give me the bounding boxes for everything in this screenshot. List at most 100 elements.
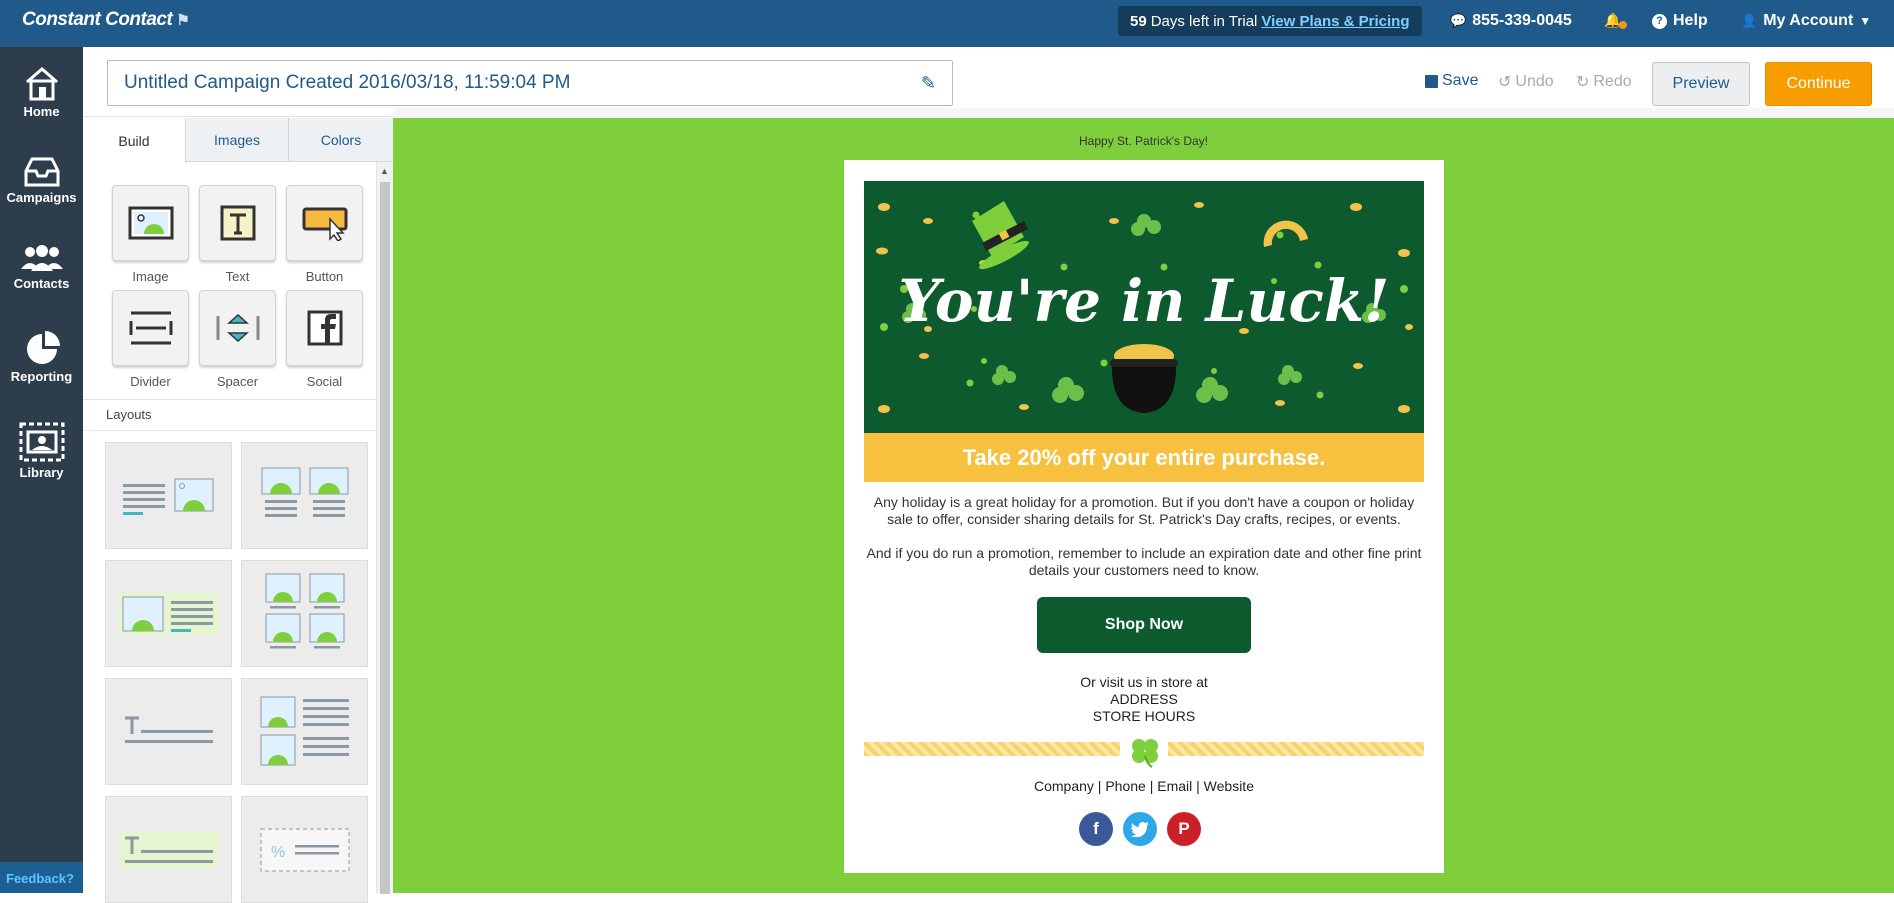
shop-now-button[interactable]: Shop Now (1037, 597, 1251, 653)
feedback-link[interactable]: Feedback? (0, 862, 83, 893)
continue-button[interactable]: Continue (1765, 62, 1872, 106)
twitter-icon[interactable] (1123, 812, 1157, 846)
save-button[interactable]: Save (1425, 72, 1478, 90)
nav-contacts-label: Contacts (13, 276, 70, 291)
redo-label: Redo (1593, 73, 1632, 90)
hero-headline: You're in Luck! (899, 267, 1390, 335)
divider-icon (129, 311, 172, 345)
redo-button[interactable]: ↻ Redo (1576, 72, 1632, 92)
home-icon (25, 67, 58, 101)
footer-contact-line[interactable]: Company | Phone | Email | Website (864, 778, 1424, 794)
tool-text-tile[interactable] (199, 185, 276, 261)
layout-text-image-icon (122, 478, 213, 515)
layout-four-images-icon (265, 573, 344, 648)
pinterest-icon[interactable]: P (1167, 812, 1201, 846)
my-account-menu[interactable]: 👤 My Account ▼ (1741, 12, 1871, 30)
nav-home[interactable]: Home (0, 65, 83, 119)
notifications-button[interactable]: 🔔 (1604, 12, 1628, 29)
layout-images-list[interactable] (241, 678, 368, 785)
hero-illustration: You're in Luck! (876, 201, 1413, 413)
text-icon (220, 205, 255, 241)
layout-text-image[interactable] (105, 442, 232, 549)
tool-button[interactable]: Button (286, 185, 363, 284)
tool-social-tile[interactable] (286, 290, 363, 366)
store-address: ADDRESS (1110, 691, 1178, 707)
canvas-top-band (393, 108, 1894, 118)
tool-social[interactable]: Social (286, 290, 363, 389)
layout-coupon[interactable]: % (241, 796, 368, 903)
tool-button-tile[interactable] (286, 185, 363, 261)
nav-reporting[interactable]: Reporting (0, 330, 83, 384)
chevron-down-icon: ▼ (1859, 14, 1872, 28)
tool-social-label: Social (306, 374, 343, 389)
panel-scrollbar[interactable]: ▲ (376, 162, 393, 894)
scrollbar-thumb[interactable] (380, 182, 390, 894)
button-icon (302, 207, 347, 241)
tab-images[interactable]: Images (186, 118, 289, 162)
tool-image[interactable]: Image (112, 185, 189, 284)
phone-number: 855-339-0045 (1472, 12, 1572, 29)
pencil-icon[interactable]: ✎ (921, 73, 936, 94)
tool-divider[interactable]: Divider (112, 290, 189, 389)
spacer-icon (216, 313, 259, 343)
layout-four-images[interactable] (241, 560, 368, 667)
facebook-icon[interactable]: f (1079, 812, 1113, 846)
store-line-1: Or visit us in store at (1080, 674, 1208, 690)
facebook-icon (307, 310, 342, 346)
inbox-icon (24, 157, 59, 187)
layout-image-text-highlight[interactable] (105, 560, 232, 667)
build-panel: Build Images Colors Image Text Button Di… (83, 118, 393, 903)
nav-reporting-label: Reporting (10, 369, 73, 384)
body-paragraph-2[interactable]: And if you do run a promotion, remember … (864, 545, 1424, 579)
layout-title-text[interactable] (105, 678, 232, 785)
undo-button[interactable]: ↺ Undo (1498, 72, 1554, 92)
panel-divider (83, 399, 376, 400)
hero-image[interactable]: You're in Luck! (864, 181, 1424, 433)
tab-build[interactable]: Build (83, 118, 186, 163)
store-info[interactable]: Or visit us in store at ADDRESS STORE HO… (864, 674, 1424, 725)
layout-images-list-icon (260, 696, 349, 765)
layouts-divider (83, 430, 376, 431)
user-icon: 👤 (1741, 13, 1758, 28)
help-button[interactable]: ? Help (1652, 12, 1708, 30)
nav-campaigns-label: Campaigns (6, 190, 77, 205)
undo-label: Undo (1515, 73, 1554, 90)
floppy-disk-icon (1425, 74, 1438, 88)
view-plans-link[interactable]: View Plans & Pricing (1261, 13, 1409, 30)
trial-banner: 59 Days left in Trial View Plans & Prici… (1118, 6, 1422, 36)
body-paragraph-1[interactable]: Any holiday is a great holiday for a pro… (864, 494, 1424, 528)
panel-tabs: Build Images Colors (83, 118, 393, 163)
help-icon: ? (1652, 13, 1667, 29)
campaign-title-field[interactable]: Untitled Campaign Created 2016/03/18, 11… (107, 60, 953, 106)
layout-title-text-highlight-icon (118, 831, 219, 868)
tool-image-tile[interactable] (112, 185, 189, 261)
pot-of-gold-icon (1110, 344, 1178, 413)
nav-campaigns[interactable]: Campaigns (0, 157, 83, 205)
layout-image-text-highlight-icon (118, 592, 219, 635)
layout-two-column-icon (261, 467, 348, 517)
divider-ribbon-right (1168, 742, 1424, 756)
tab-colors[interactable]: Colors (289, 118, 393, 162)
nav-library[interactable]: Library (0, 422, 83, 480)
chat-bubble-icon: 💬 (1450, 13, 1467, 28)
promo-banner[interactable]: Take 20% off your entire purchase. (864, 433, 1424, 482)
nav-contacts[interactable]: Contacts (0, 243, 83, 291)
tool-text-label: Text (225, 269, 250, 284)
constant-contact-logo[interactable]: Constant Contact ⚑ (22, 9, 190, 31)
undo-icon: ↺ (1498, 74, 1512, 91)
preview-button[interactable]: Preview (1652, 62, 1750, 106)
email-body: You're in Luck! Take 20% off your entire… (844, 160, 1444, 873)
email-preheader[interactable]: Happy St. Patrick's Day! (393, 134, 1894, 148)
trial-text: Days left in Trial (1150, 12, 1258, 30)
tool-spacer[interactable]: Spacer (199, 290, 276, 389)
twitter-bird-glyph (1131, 821, 1149, 837)
svg-text:%: % (271, 844, 285, 861)
phone-link[interactable]: 💬 855-339-0045 (1450, 12, 1572, 30)
layout-title-text-icon (124, 716, 213, 743)
layout-title-text-highlight[interactable] (105, 796, 232, 903)
tool-divider-tile[interactable] (112, 290, 189, 366)
tool-text[interactable]: Text (199, 185, 276, 284)
scroll-up-arrow-icon[interactable]: ▲ (380, 166, 389, 176)
layout-two-column-image-text[interactable] (241, 442, 368, 549)
tool-spacer-tile[interactable] (199, 290, 276, 366)
